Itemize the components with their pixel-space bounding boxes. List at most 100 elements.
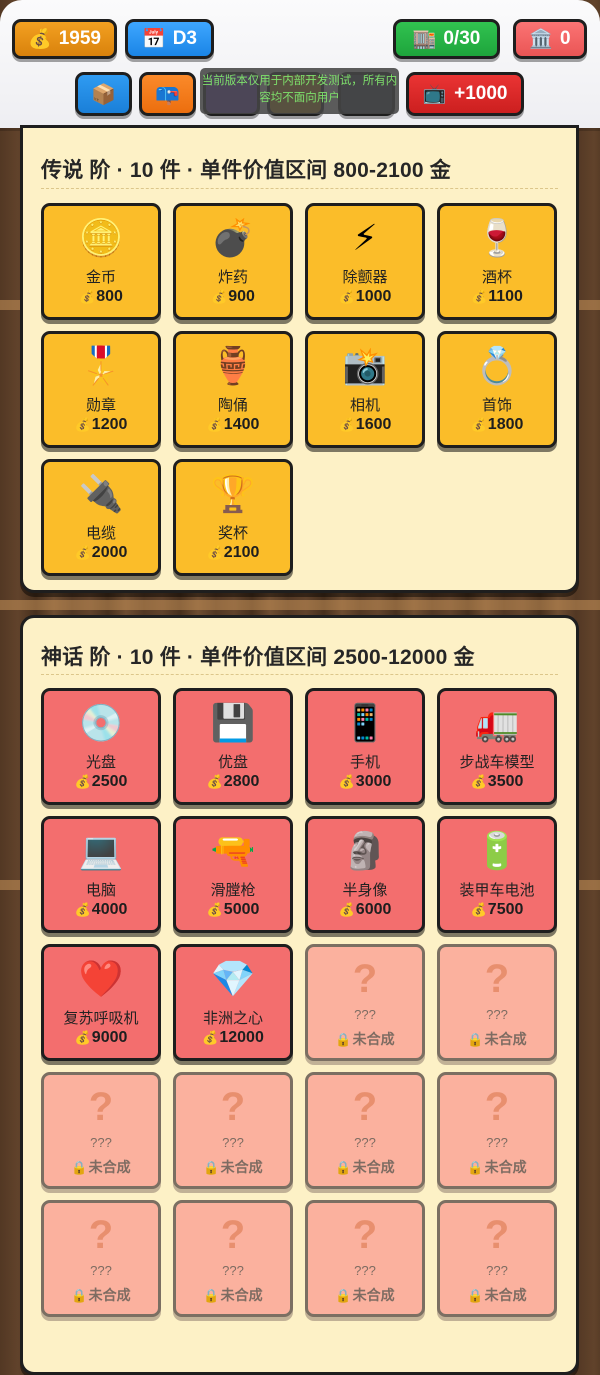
item-price-value: 2500 <box>91 773 128 790</box>
item-price: 💰9000 <box>44 1029 158 1047</box>
locked-status-label: 未合成 <box>88 1287 131 1303</box>
tv-icon: 📺 <box>422 84 447 105</box>
ad-reward-button[interactable]: 📺 +1000 <box>406 72 524 116</box>
inventory-button[interactable]: 📦 <box>75 72 132 116</box>
locked-item-card[interactable]: ???? 🔒未合成 <box>173 1072 293 1189</box>
coin-icon: 💰 <box>79 289 96 304</box>
item-icon: 💾 <box>210 702 256 743</box>
item-card[interactable]: 🔫 滑膛枪 💰5000 <box>173 816 293 933</box>
item-card[interactable]: 🍷 酒杯 💰1100 <box>437 203 557 320</box>
lock-icon: 🔒 <box>335 1032 352 1047</box>
coin-icon: 💰 <box>211 289 228 304</box>
locked-item-name: ??? <box>486 1007 508 1022</box>
item-price: 💰7500 <box>440 901 554 919</box>
locked-status-label: 未合成 <box>352 1287 395 1303</box>
item-icon: 📸 <box>342 345 388 386</box>
item-price-value: 1400 <box>223 416 260 433</box>
locked-item-name: ??? <box>354 1135 376 1150</box>
item-price-value: 1600 <box>355 416 392 433</box>
item-card[interactable]: 💎 非洲之心 💰12000 <box>173 944 293 1061</box>
item-card[interactable]: ❤️ 复苏呼吸机 💰9000 <box>41 944 161 1061</box>
item-card[interactable]: 🗿 半身像 💰6000 <box>305 816 425 933</box>
warehouse-capacity[interactable]: 🏬 0/30 <box>393 19 500 59</box>
item-icon: 🎖️ <box>78 345 124 386</box>
lock-icon: 🔒 <box>335 1160 352 1175</box>
item-price-value: 6000 <box>355 901 392 918</box>
item-name: 奖杯 <box>217 525 248 542</box>
item-name: 陶俑 <box>217 397 248 414</box>
coin-icon: 💰 <box>206 774 223 789</box>
mail-button[interactable]: 📪 <box>139 72 196 116</box>
item-icon: 🔌 <box>78 473 124 514</box>
locked-item-card[interactable]: ???? 🔒未合成 <box>41 1200 161 1317</box>
item-card[interactable]: 🎖️ 勋章 💰1200 <box>41 331 161 448</box>
item-card[interactable]: ⚡ 除颤器 💰1000 <box>305 203 425 320</box>
locked-item-card[interactable]: ???? 🔒未合成 <box>305 1200 425 1317</box>
lock-icon: 🔒 <box>467 1160 484 1175</box>
locked-status-label: 未合成 <box>484 1159 527 1175</box>
item-price-value: 1000 <box>355 288 392 305</box>
gold-value: 1959 <box>58 28 101 49</box>
locked-status-label: 未合成 <box>484 1287 527 1303</box>
item-card[interactable]: 🚛 步战车模型 💰3500 <box>437 688 557 805</box>
item-name: 勋章 <box>85 397 116 414</box>
locked-status: 🔒未合成 <box>44 1285 158 1305</box>
item-card[interactable]: 🏺 陶俑 💰1400 <box>173 331 293 448</box>
locked-item-card[interactable]: ???? 🔒未合成 <box>41 1072 161 1189</box>
locked-status-label: 未合成 <box>220 1287 263 1303</box>
item-price: 💰900 <box>176 288 290 306</box>
coin-icon: 💰 <box>470 902 487 917</box>
item-card[interactable]: 💿 光盘 💰2500 <box>41 688 161 805</box>
item-card[interactable]: 🏆 奖杯 💰2100 <box>173 459 293 576</box>
day-counter[interactable]: 📅 D3 <box>125 19 214 59</box>
item-card[interactable]: 💣 炸药 💰900 <box>173 203 293 320</box>
item-price: 💰6000 <box>308 901 422 919</box>
item-card[interactable]: 🔌 电缆 💰2000 <box>41 459 161 576</box>
item-price-value: 9000 <box>91 1029 128 1046</box>
legend-tier-panel: 传说 阶 · 10 件 · 单件价值区间 800-2100 金 🪙 金币 💰800 💣… <box>20 125 579 593</box>
lock-icon: 🔒 <box>467 1288 484 1303</box>
locked-status-label: 未合成 <box>352 1031 395 1047</box>
item-price-value: 1100 <box>488 288 523 305</box>
item-price: 💰1400 <box>176 416 290 434</box>
item-price-value: 2800 <box>223 773 260 790</box>
gold-counter[interactable]: 💰 1959 <box>12 19 117 59</box>
item-card[interactable]: 🪙 金币 💰800 <box>41 203 161 320</box>
item-icon: 💻 <box>78 830 124 871</box>
panel-title: 传说 阶 · 10 件 · 单件价值区间 800-2100 金 <box>41 159 451 182</box>
item-card[interactable]: 💾 优盘 💰2800 <box>173 688 293 805</box>
lock-icon: 🔒 <box>71 1288 88 1303</box>
item-price-value: 3500 <box>487 773 524 790</box>
item-name: 优盘 <box>217 754 248 771</box>
locked-item-card[interactable]: ???? 🔒未合成 <box>437 1200 557 1317</box>
locked-item-name: ??? <box>222 1135 244 1150</box>
item-card[interactable]: 📸 相机 💰1600 <box>305 331 425 448</box>
bank-counter[interactable]: 🏛️ 0 <box>513 19 587 59</box>
item-card[interactable]: 💻 电脑 💰4000 <box>41 816 161 933</box>
question-icon: ? <box>484 957 510 1001</box>
locked-item-card[interactable]: ???? 🔒未合成 <box>437 944 557 1061</box>
locked-item-card[interactable]: ???? 🔒未合成 <box>305 944 425 1061</box>
item-grid: 💿 光盘 💰2500 💾 优盘 💰2800 📱 手机 💰3000 🚛 步战车模型 💰3500 💻 电脑 💰4… <box>41 688 557 1317</box>
item-card[interactable]: 🔋 装甲车电池 💰7500 <box>437 816 557 933</box>
item-price-value: 7500 <box>487 901 524 918</box>
divider <box>41 674 558 675</box>
locked-status-label: 未合成 <box>352 1159 395 1175</box>
item-name: 炸药 <box>217 269 248 286</box>
item-card[interactable]: 💍 首饰 💰1800 <box>437 331 557 448</box>
locked-item-card[interactable]: ???? 🔒未合成 <box>173 1200 293 1317</box>
locked-status: 🔒未合成 <box>440 1285 554 1305</box>
question-icon: ? <box>484 1213 510 1257</box>
item-card[interactable]: 📱 手机 💰3000 <box>305 688 425 805</box>
item-price: 💰1600 <box>308 416 422 434</box>
coin-icon: 💰 <box>74 545 91 560</box>
lock-icon: 🔒 <box>335 1288 352 1303</box>
item-price-value: 1800 <box>487 416 524 433</box>
locked-item-card[interactable]: ???? 🔒未合成 <box>305 1072 425 1189</box>
item-name: 非洲之心 <box>202 1010 263 1027</box>
item-name: 首饰 <box>481 397 512 414</box>
myth-tier-panel: 神话 阶 · 10 件 · 单件价值区间 2500-12000 金 💿 光盘 💰25… <box>20 615 579 1375</box>
locked-item-card[interactable]: ???? 🔒未合成 <box>437 1072 557 1189</box>
item-price: 💰2100 <box>176 544 290 562</box>
item-name: 半身像 <box>342 882 388 899</box>
